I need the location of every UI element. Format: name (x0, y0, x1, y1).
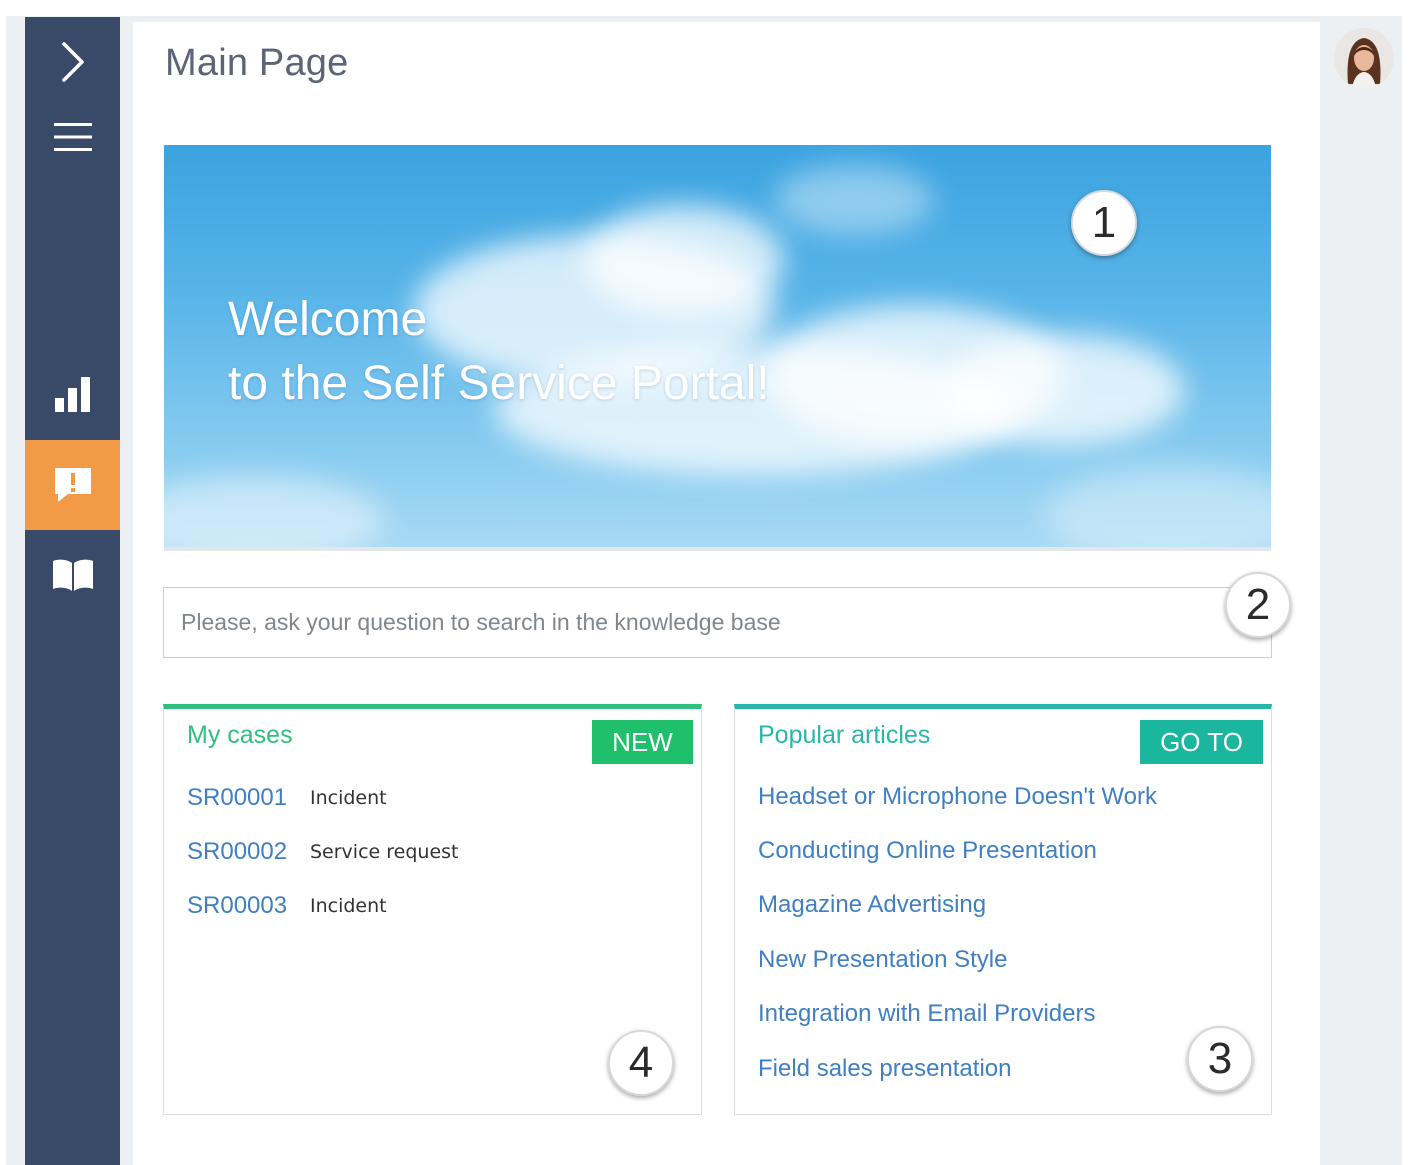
case-row[interactable]: SR00001 Incident (187, 780, 387, 816)
book-icon (52, 559, 93, 591)
article-link[interactable]: Field sales presentation (758, 1055, 1011, 1083)
article-link[interactable]: Conducting Online Presentation (758, 837, 1097, 865)
article-link[interactable]: New Presentation Style (758, 946, 1007, 974)
my-cases-title: My cases (187, 721, 293, 749)
case-row[interactable]: SR00002 Service request (187, 834, 458, 870)
sidebar (25, 17, 120, 1165)
case-type: Service request (310, 841, 459, 863)
case-id-link[interactable]: SR00001 (187, 784, 310, 812)
sidebar-item-knowledge-base[interactable] (25, 530, 120, 620)
sidebar-item-dashboards[interactable] (25, 350, 120, 440)
user-avatar[interactable] (1334, 28, 1394, 88)
callout-marker-4: 4 (608, 1030, 674, 1096)
hamburger-menu-icon (53, 123, 92, 151)
welcome-line-2: to the Self Service Portal! (228, 357, 770, 410)
article-link[interactable]: Integration with Email Providers (758, 1000, 1095, 1028)
case-type: Incident (310, 895, 387, 917)
case-row[interactable]: SR00003 Incident (187, 888, 387, 924)
knowledge-base-search (163, 587, 1272, 658)
article-link[interactable]: Headset or Microphone Doesn't Work (758, 783, 1157, 811)
case-id-link[interactable]: SR00002 (187, 838, 310, 866)
new-case-button[interactable]: NEW (592, 720, 693, 764)
search-input[interactable] (164, 588, 1271, 657)
callout-marker-1: 1 (1071, 190, 1137, 256)
alert-message-icon (54, 468, 91, 502)
go-to-knowledge-base-button[interactable]: GO TO (1140, 720, 1263, 764)
avatar-icon (1334, 28, 1394, 88)
bar-chart-icon (54, 377, 90, 412)
callout-marker-3: 3 (1187, 1026, 1253, 1092)
popular-articles-title: Popular articles (758, 721, 931, 749)
article-link[interactable]: Magazine Advertising (758, 891, 986, 919)
menu-button[interactable] (25, 92, 120, 182)
sidebar-item-cases[interactable] (25, 440, 120, 530)
page-title: Main Page (165, 42, 349, 84)
case-type: Incident (310, 787, 387, 809)
welcome-text: Welcome to the Self Service Portal! (228, 288, 770, 416)
callout-marker-2: 2 (1225, 572, 1291, 638)
case-id-link[interactable]: SR00003 (187, 892, 310, 920)
welcome-line-1: Welcome (228, 293, 428, 346)
chevron-right-icon (61, 42, 84, 82)
